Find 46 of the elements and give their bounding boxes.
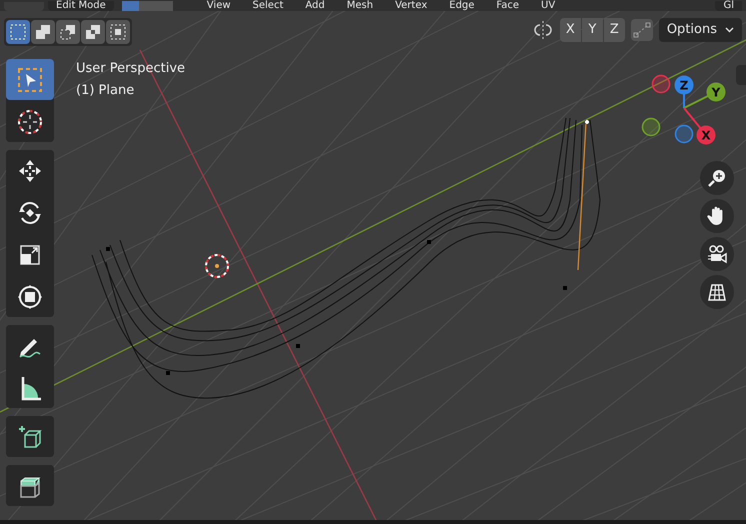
negative-axis-dot[interactable] xyxy=(652,74,670,94)
menu-item[interactable]: Select xyxy=(252,1,284,11)
select-new-icon xyxy=(9,23,27,41)
mirror-axis-toggle[interactable]: X xyxy=(560,18,581,42)
mirror-axis-toggle[interactable]: Y xyxy=(582,18,603,42)
select-intersect-icon xyxy=(109,23,127,41)
negative-axis-dot[interactable] xyxy=(642,118,660,136)
menu-item[interactable]: Mesh xyxy=(346,1,374,11)
header-button[interactable]: Gl xyxy=(715,1,742,11)
cursor-icon xyxy=(16,108,44,136)
mirror-axis-toggle[interactable]: Z xyxy=(604,18,625,42)
axis-label: X xyxy=(701,128,711,142)
snap-icon[interactable] xyxy=(630,19,653,41)
tool-button[interactable] xyxy=(6,465,54,506)
camera-icon xyxy=(706,243,728,265)
select-mode-button[interactable] xyxy=(122,1,139,11)
axis-label: Y xyxy=(712,86,720,100)
selection-mode-button[interactable] xyxy=(31,20,55,44)
viewport-info-text: (1) Plane xyxy=(76,82,136,100)
axis-dot[interactable] xyxy=(674,76,694,94)
selection-mode-button[interactable] xyxy=(106,20,130,44)
negative-axis-dot[interactable] xyxy=(674,124,694,144)
viewport-info-text: User Perspective xyxy=(76,60,186,78)
menu-item[interactable]: Add xyxy=(305,1,325,11)
axis-label: Z xyxy=(680,78,688,92)
zoom-icon xyxy=(706,167,728,189)
tool-button[interactable] xyxy=(6,416,54,457)
selection-mode-button[interactable] xyxy=(6,20,30,44)
mirror-icon[interactable] xyxy=(532,19,554,41)
transform-icon xyxy=(16,282,44,310)
axis-dot[interactable] xyxy=(696,126,716,144)
menu-item[interactable]: UV xyxy=(541,1,556,11)
menu-item[interactable]: View xyxy=(206,1,231,11)
select-difference-icon xyxy=(84,23,102,41)
selection-mode-button[interactable] xyxy=(56,20,80,44)
mode-dropdown[interactable]: Edit Mode xyxy=(48,1,114,11)
select-subtract-icon xyxy=(59,23,77,41)
menu-item[interactable]: Face xyxy=(496,1,520,11)
select-box-icon xyxy=(16,66,44,94)
chevron-down-icon xyxy=(725,27,734,33)
menu-item[interactable]: Edge xyxy=(449,1,474,11)
options-dropdown[interactable]: Options xyxy=(658,18,742,42)
menu-item[interactable]: Vertex xyxy=(395,1,428,11)
select-extend-icon xyxy=(34,23,52,41)
selection-mode-button[interactable] xyxy=(81,20,105,44)
axis-dot[interactable] xyxy=(706,82,726,102)
